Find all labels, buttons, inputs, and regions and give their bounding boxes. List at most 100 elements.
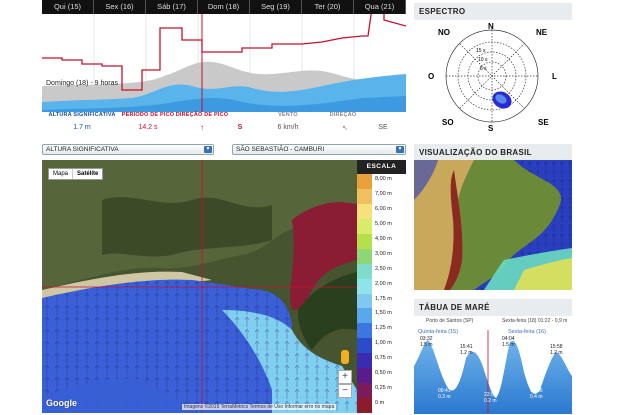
legend-label: 0,25 m <box>375 385 392 392</box>
forecast-chart[interactable]: Qui (15) Sex (16) Sáb (17) Dom (18) Seg … <box>42 0 406 118</box>
direction-l: L <box>552 72 557 81</box>
legend-row: 0,75 m <box>357 353 406 369</box>
legend-swatch <box>357 323 372 339</box>
readout-direction-code: S <box>237 124 243 131</box>
brasil-map[interactable] <box>414 160 572 290</box>
legend-row: 1,25 m <box>357 323 406 339</box>
direction-s: S <box>488 124 494 133</box>
legend-label: 6,00 m <box>375 205 392 212</box>
tide-high: 15:58 1.2 m <box>550 344 563 356</box>
legend-swatch <box>357 368 372 384</box>
legend-row: 6,00 m <box>357 203 406 219</box>
chevron-down-icon: ▼ <box>204 146 212 153</box>
legend-row: 0,50 m <box>357 368 406 384</box>
legend-row: 7,00 m <box>357 188 406 204</box>
spectrum-title: ESPECTRO <box>414 3 572 20</box>
readout-wind-label: VENTO <box>278 112 298 118</box>
readout-direction-value: S <box>230 124 250 131</box>
legend-label: 8,00 m <box>375 176 392 182</box>
legend-swatch <box>357 174 372 189</box>
tab-mapa[interactable]: Mapa <box>49 169 72 179</box>
legend-label: 4,00 m <box>375 235 392 242</box>
legend-label: 1,50 m <box>375 310 392 317</box>
tab-satelite[interactable]: Satélite <box>72 169 102 179</box>
day-label: Dom (18) <box>198 0 250 14</box>
legend-swatch <box>357 233 372 249</box>
legend-title: ESCALA <box>357 160 406 174</box>
tide-low: 09:41 0.3 m <box>438 388 451 400</box>
direction-n: N <box>488 22 494 31</box>
legend-row: 0 m <box>357 398 406 413</box>
legend-label: 2,50 m <box>375 265 392 272</box>
street-view-pegman-icon[interactable] <box>341 350 349 364</box>
readout-wind: VENTO 6 km/h <box>262 112 314 131</box>
legend-label: 7,00 m <box>375 190 392 197</box>
legend-label: 1,25 m <box>375 325 392 332</box>
google-logo: Google <box>46 398 77 408</box>
direction-no: NO <box>438 28 450 37</box>
direction-se: SE <box>538 118 549 127</box>
wind-arrow-icon: ↖ <box>342 125 348 132</box>
day-label: Sex (16) <box>94 0 146 14</box>
legend-label: 0,75 m <box>375 355 392 362</box>
wind-direction-code: SE <box>378 124 388 131</box>
brasil-map-canvas <box>414 160 572 290</box>
brasil-title: VISUALIZAÇÃO DO BRASIL <box>414 144 572 161</box>
tide-high: 04:04 1.5 m <box>502 336 515 348</box>
tide-panel: Porto de Santos (SP) Sexta-feira (18) 01… <box>414 316 572 414</box>
day-axis: Qui (15) Sex (16) Sáb (17) Dom (18) Seg … <box>42 0 406 14</box>
variable-select-value: ALTURA SIGNIFICATIVA <box>46 146 119 153</box>
legend-swatch <box>357 278 372 294</box>
legend-row: 5,00 m <box>357 218 406 234</box>
legend-label: 0 m <box>375 400 385 407</box>
tide-high: 03:32 1.5 m <box>420 336 433 348</box>
zoom-out-button[interactable]: − <box>338 384 352 398</box>
legend-row: 1,00 m <box>357 338 406 354</box>
ring-label-5s: 5 s <box>480 66 487 72</box>
cursor-label: Domingo (18) - 9 horas <box>46 80 118 87</box>
legend-row: 0,25 m <box>357 383 406 399</box>
readout-direction-arrow-icon: ↑ <box>200 123 204 132</box>
legend-swatch <box>357 383 372 399</box>
readout-wind-direction: DIREÇÃO <box>318 112 368 118</box>
location-select[interactable]: SÃO SEBASTIÃO - CAMBURI ▼ <box>232 144 406 155</box>
map-credit[interactable]: Imagens ©2015 TerraMetrics Termos de Uso… <box>182 404 337 410</box>
legend-swatch <box>357 188 372 204</box>
legend-swatch <box>357 338 372 354</box>
legend-swatch <box>357 203 372 219</box>
map-type-tabs: Mapa Satélite <box>48 168 104 180</box>
legend-swatch <box>357 308 372 324</box>
readout-direction: DIREÇÃO DE PICO ↑ <box>166 112 238 132</box>
readout-wind-value: 6 km/h <box>277 124 299 131</box>
day-label: Qui (15) <box>42 0 94 14</box>
readout-wind-arrow: ↖ <box>338 124 352 132</box>
tide-title: TÁBUA DE MARÉ <box>414 299 572 316</box>
day-label: Seg (19) <box>250 0 302 14</box>
readout-direction-label: DIREÇÃO DE PICO <box>175 112 229 118</box>
legend-swatch <box>357 263 372 279</box>
legend-label: 2,00 m <box>375 280 392 287</box>
chevron-down-icon: ▼ <box>396 146 404 153</box>
legend-label: 1,00 m <box>375 340 392 347</box>
legend-swatch <box>357 398 372 413</box>
tide-high: 15:41 1.2 m <box>460 344 473 356</box>
legend-row: 4,00 m <box>357 233 406 249</box>
legend-row: 3,00 m <box>357 248 406 264</box>
zoom-in-button[interactable]: + <box>338 370 352 384</box>
legend-row: 1,50 m <box>357 308 406 324</box>
day-label: Qua (21) <box>354 0 406 14</box>
legend-row: 2,00 m <box>357 278 406 294</box>
wave-map[interactable]: Mapa Satélite + − Google Imagens ©2015 T… <box>42 160 406 413</box>
variable-select[interactable]: ALTURA SIGNIFICATIVA ▼ <box>42 144 214 155</box>
ring-label-10s: 10 s <box>478 57 488 63</box>
legend-swatch <box>357 218 372 234</box>
location-select-value: SÃO SEBASTIÃO - CAMBURI <box>236 146 325 153</box>
legend-swatch <box>357 248 372 264</box>
day-label: Ter (20) <box>302 0 354 14</box>
legend-row: 8,00 m <box>357 174 406 189</box>
day-label: Sáb (17) <box>146 0 198 14</box>
readout-wind-direction-label: DIREÇÃO <box>329 112 357 118</box>
legend-row: 2,50 m <box>357 263 406 279</box>
legend-swatch <box>357 353 372 369</box>
forecast-readout: ALTURA SIGNIFICATIVA 1.7 m PERÍODO DE PI… <box>42 112 406 138</box>
